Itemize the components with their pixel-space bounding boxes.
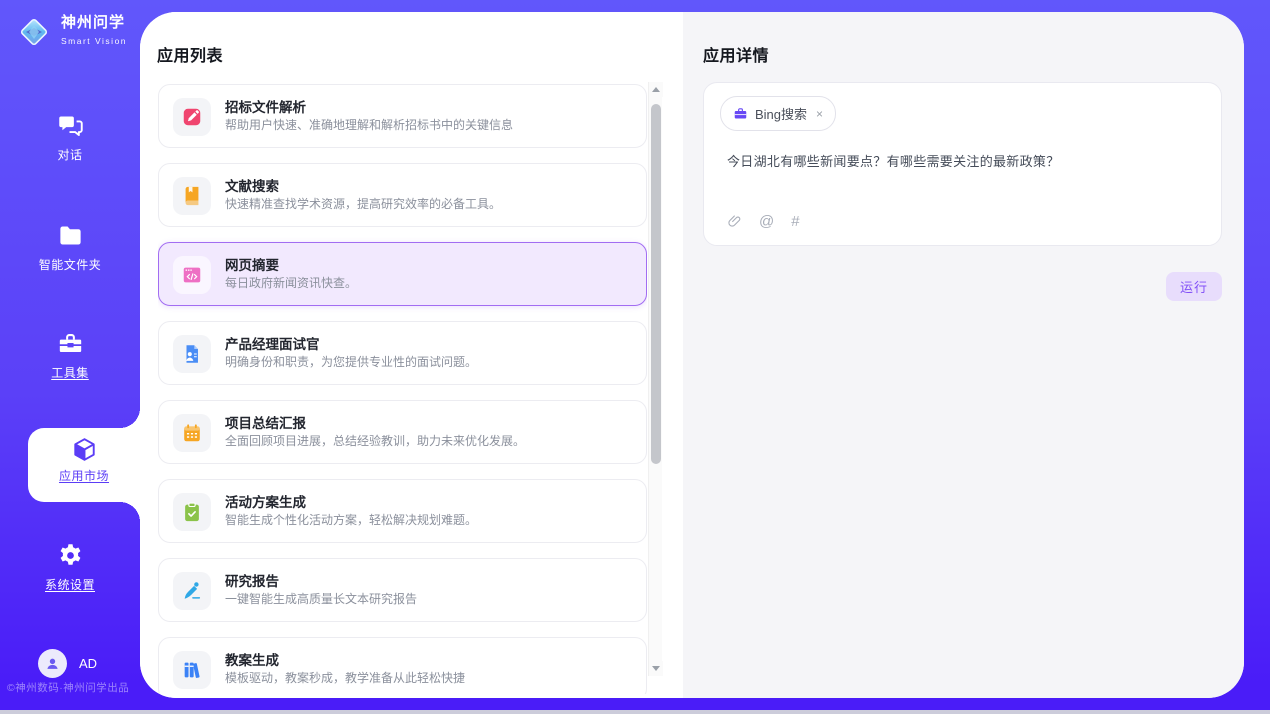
clipboard-check-icon [173,493,211,531]
app-list-title: 应用列表 [157,42,223,66]
sidebar-item-label: 应用市场 [28,467,140,484]
scrollbar[interactable] [648,82,662,676]
paperclip-icon[interactable] [727,214,742,229]
close-icon[interactable]: × [816,107,823,121]
pen-report-icon [173,572,211,610]
app-card-desc: 快速精准查找学术资源，提高研究效率的必备工具。 [225,195,501,212]
app-card-desc: 全面回顾项目进展，总结经验教训，助力未来优化发展。 [225,432,525,449]
app-card-title: 项目总结汇报 [225,412,306,432]
sidebar-item-chat[interactable]: 对话 [0,112,140,163]
app-card-bid-parsing[interactable]: 招标文件解析 帮助用户快速、准确地理解和解析招标书中的关键信息 [158,84,647,148]
sidebar-item-label: 系统设置 [0,576,140,593]
copyright-text: ©神州数码·神州问学出品 [7,680,129,695]
sidebar-item-app-market[interactable]: 应用市场 [28,428,140,502]
arrow-down-icon [652,666,660,671]
hash-icon[interactable]: # [791,214,799,229]
app-detail-title: 应用详情 [703,42,769,66]
interviewer-doc-icon [173,335,211,373]
app-card-research-report[interactable]: 研究报告 一键智能生成高质量长文本研究报告 [158,558,647,622]
sidebar-item-toolset[interactable]: 工具集 [0,330,140,381]
brand-tagline: Smart Vision [61,36,127,46]
app-card-desc: 一键智能生成高质量长文本研究报告 [225,590,417,607]
app-card-title: 招标文件解析 [225,96,306,116]
calendar-icon [173,414,211,452]
toolbox-icon [57,330,84,357]
main-panel: 应用列表 招标文件解析 帮助用户快速、准确地理解和解析招标书中的关键信息 文献搜… [140,12,1244,698]
at-icon[interactable]: @ [759,214,774,229]
app-detail-panel: 应用详情 Bing搜索 × 今日湖北有哪些新闻要点？有哪些需要关注的最新政策？ … [683,12,1244,698]
bottom-edge [0,710,1270,714]
gear-icon [57,542,84,569]
sidebar-item-settings[interactable]: 系统设置 [0,542,140,593]
brand-logo: 神州问学 Smart Vision [16,14,140,50]
scroll-up-button[interactable] [649,82,663,97]
user-initials: AD [79,656,97,671]
app-card-desc: 每日政府新闻资讯快查。 [225,274,357,291]
app-card-webpage-summary[interactable]: 网页摘要 每日政府新闻资讯快查。 [158,242,647,306]
app-list-panel: 应用列表 招标文件解析 帮助用户快速、准确地理解和解析招标书中的关键信息 文献搜… [140,12,683,698]
webpage-code-icon [173,256,211,294]
app-card-pm-interviewer[interactable]: 产品经理面试官 明确身份和职责，为您提供专业性的面试问题。 [158,321,647,385]
app-card-title: 产品经理面试官 [225,333,320,353]
sidebar-item-label: 智能文件夹 [0,256,140,273]
tool-tag-bing-search[interactable]: Bing搜索 × [720,96,836,131]
brand-diamond-icon [16,14,52,50]
app-card-desc: 明确身份和职责，为您提供专业性的面试问题。 [225,353,477,370]
app-card-title: 研究报告 [225,570,279,590]
app-card-literature-search[interactable]: 文献搜索 快速精准查找学术资源，提高研究效率的必备工具。 [158,163,647,227]
edit-square-icon [173,98,211,136]
attachment-toolbar: @ # [727,214,800,229]
app-card-title: 网页摘要 [225,254,279,274]
app-card-desc: 智能生成个性化活动方案，轻松解决规划难题。 [225,511,477,528]
sidebar-item-label: 对话 [0,146,140,163]
app-list: 招标文件解析 帮助用户快速、准确地理解和解析招标书中的关键信息 文献搜索 快速精… [158,84,647,694]
user-account[interactable]: AD [38,649,97,678]
app-card-lesson-plan[interactable]: 教案生成 模板驱动，教案秒成，教学准备从此轻松快捷 [158,637,647,694]
prompt-card[interactable]: Bing搜索 × 今日湖北有哪些新闻要点？有哪些需要关注的最新政策？ @ # [703,82,1222,246]
app-card-desc: 模板驱动，教案秒成，教学准备从此轻松快捷 [225,669,465,686]
book-icon [173,177,211,215]
scroll-down-button[interactable] [649,661,663,676]
folder-icon [57,222,84,249]
person-icon [44,655,61,672]
app-card-title: 文献搜索 [225,175,279,195]
cube-icon [71,436,98,463]
sidebar-item-label: 工具集 [0,364,140,381]
scroll-thumb[interactable] [651,104,661,464]
app-card-event-plan[interactable]: 活动方案生成 智能生成个性化活动方案，轻松解决规划难题。 [158,479,647,543]
app-card-project-summary[interactable]: 项目总结汇报 全面回顾项目进展，总结经验教训，助力未来优化发展。 [158,400,647,464]
app-card-title: 教案生成 [225,649,279,669]
tool-tag-label: Bing搜索 [755,104,807,123]
run-button[interactable]: 运行 [1166,272,1222,301]
briefcase-icon [733,106,748,121]
query-text[interactable]: 今日湖北有哪些新闻要点？有哪些需要关注的最新政策？ [727,151,1060,170]
sidebar-item-smart-folders[interactable]: 智能文件夹 [0,222,140,273]
arrow-up-icon [652,87,660,92]
app-card-title: 活动方案生成 [225,491,306,511]
sidebar: 神州问学 Smart Vision 对话 智能文件夹 工具集 应用市场 [0,0,140,710]
app-card-desc: 帮助用户快速、准确地理解和解析招标书中的关键信息 [225,116,513,133]
books-icon [173,651,211,689]
chat-icon [57,112,84,139]
avatar [38,649,67,678]
brand-name: 神州问学 [61,14,125,31]
